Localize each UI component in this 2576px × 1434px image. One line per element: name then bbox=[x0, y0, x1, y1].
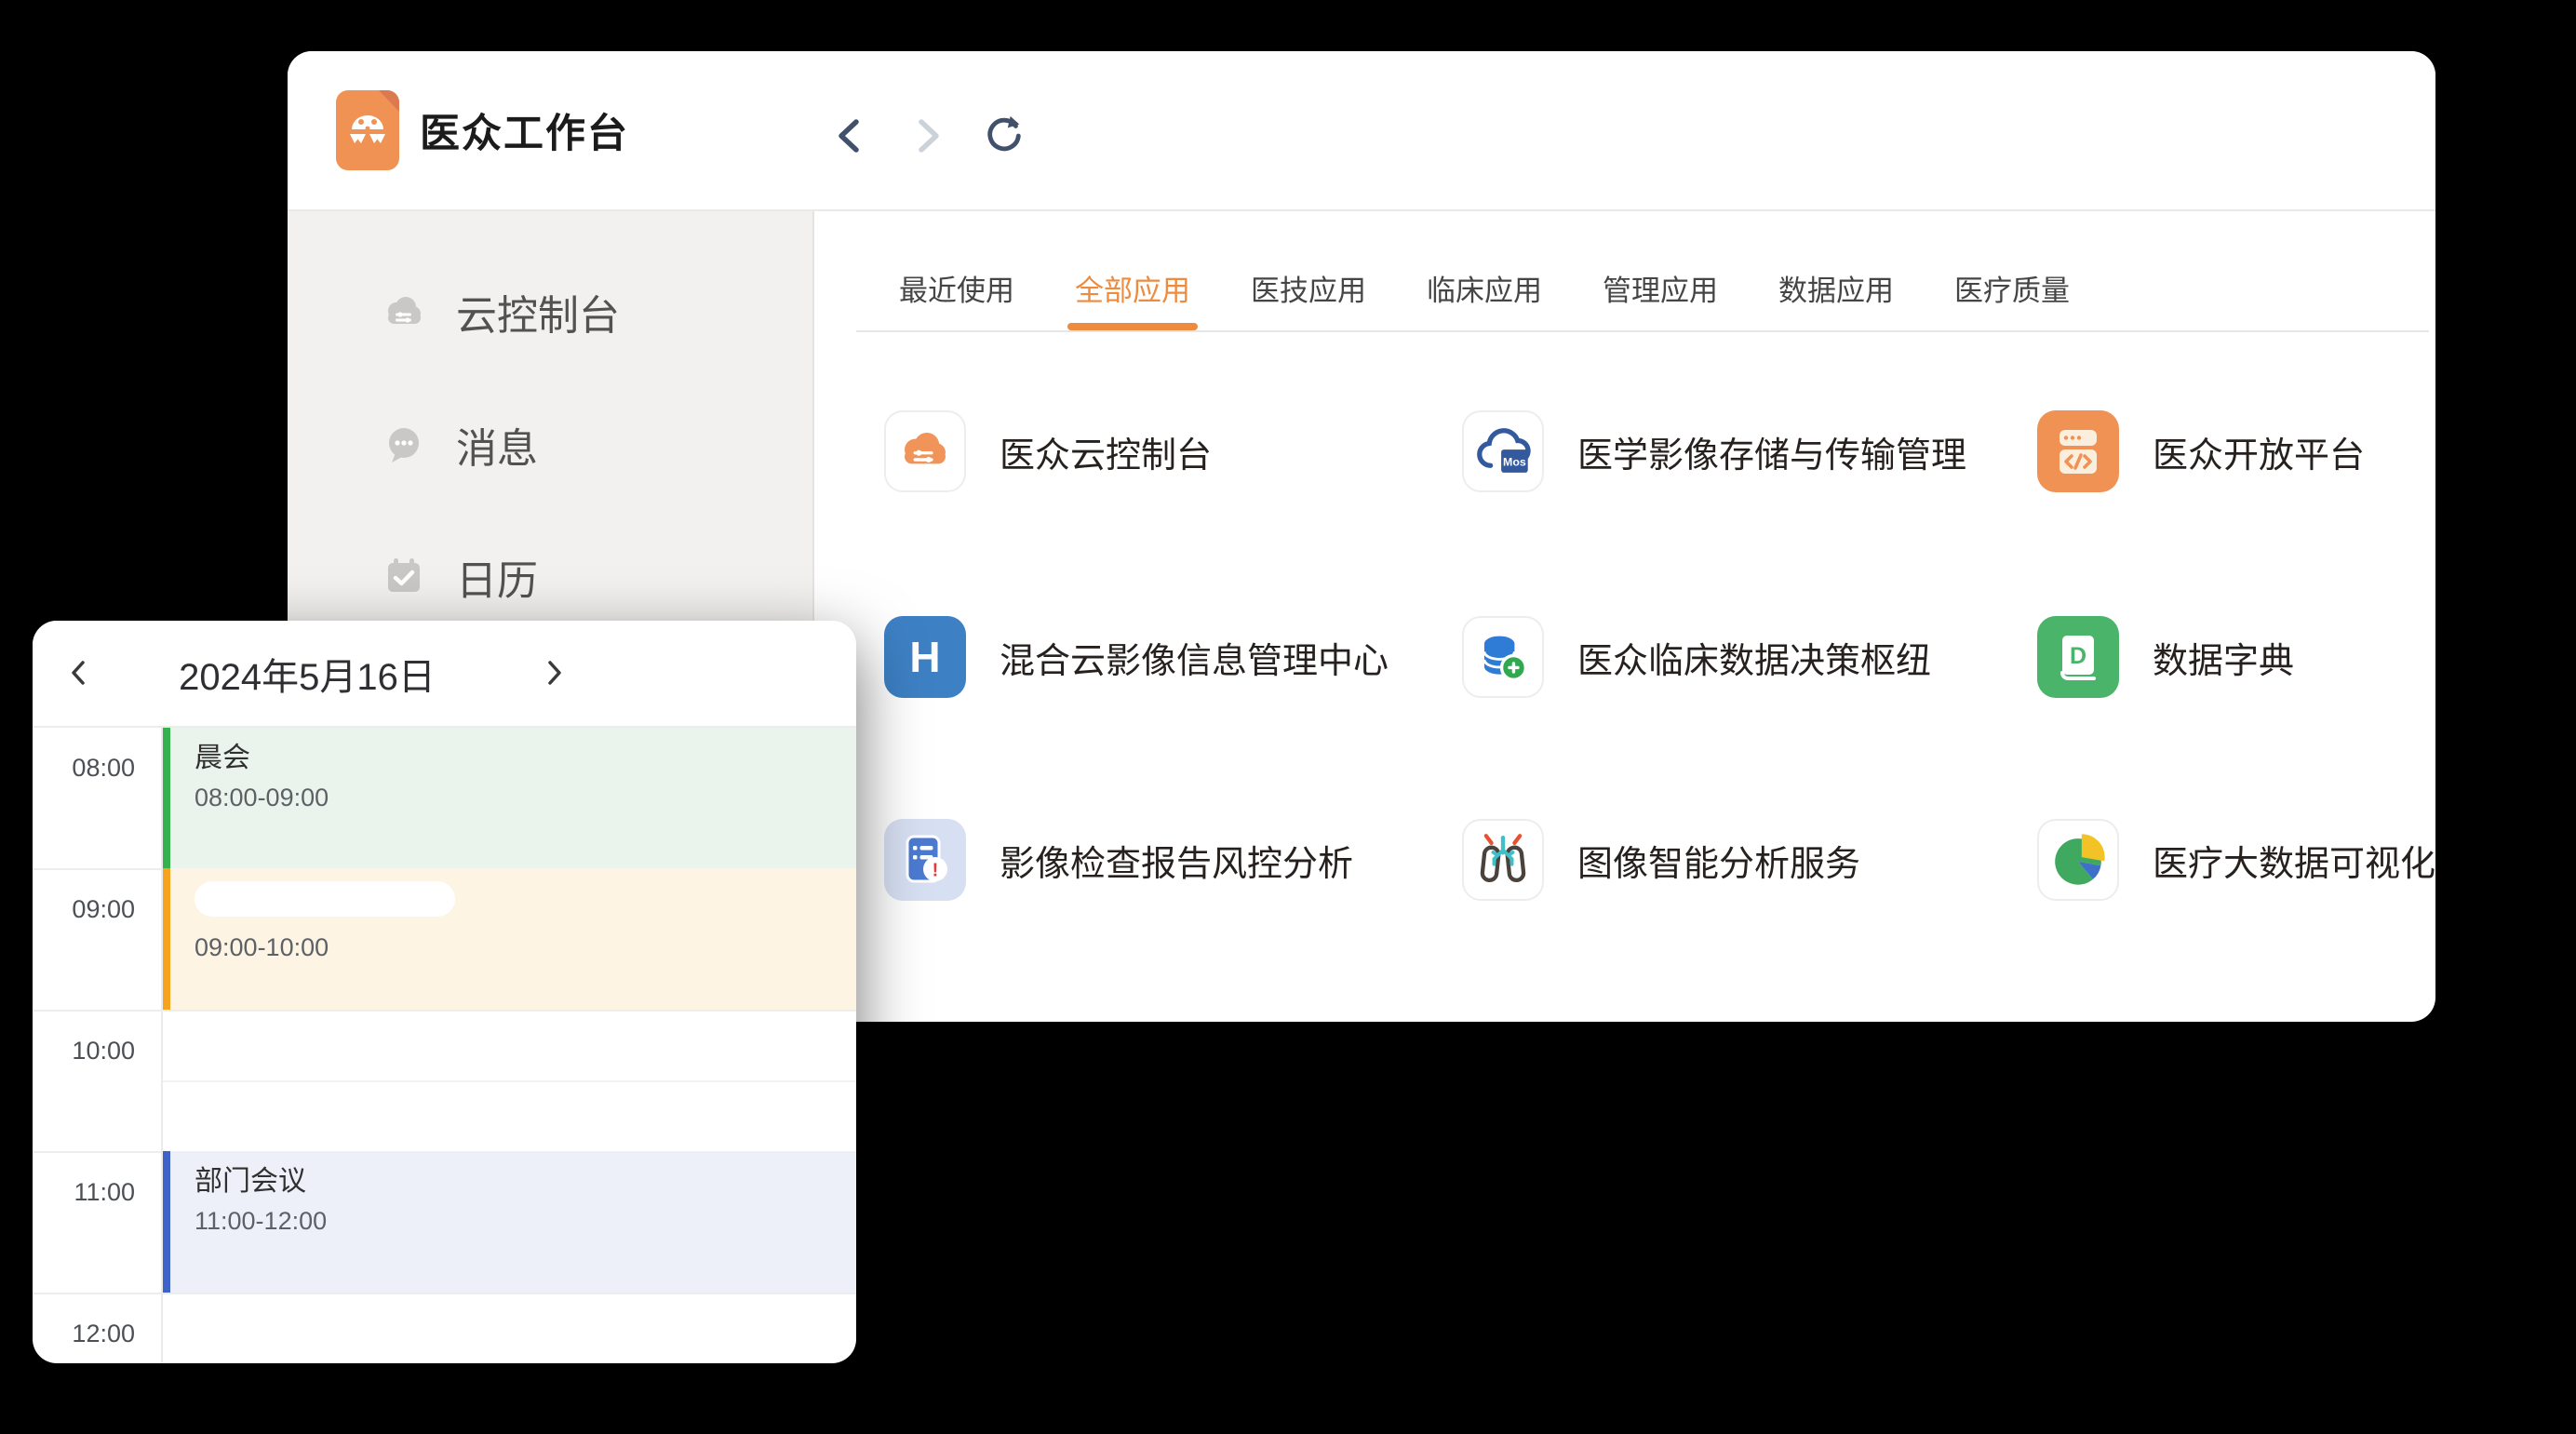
hour-label: 10:00 bbox=[51, 1036, 135, 1065]
half-hour-line bbox=[163, 1080, 856, 1082]
sidebar-item-label: 消息 bbox=[456, 415, 538, 475]
lungs-icon bbox=[1462, 819, 1544, 901]
tabs-divider bbox=[856, 330, 2429, 332]
event-time: 09:00-10:00 bbox=[195, 931, 856, 963]
app-label: 医学影像存储与传输管理 bbox=[1577, 426, 1966, 477]
sidebar-item-calendar[interactable]: 日历 bbox=[378, 536, 538, 618]
svg-text:D: D bbox=[2070, 643, 2086, 669]
event-time: 11:00-12:00 bbox=[195, 1205, 856, 1237]
event-title: 部门会议 bbox=[195, 1164, 856, 1199]
refresh-button[interactable] bbox=[978, 110, 1030, 162]
hour-label: 11:00 bbox=[51, 1177, 135, 1207]
app-item-data-dictionary[interactable]: D 数据字典 bbox=[2037, 616, 2294, 698]
event-title-redacted bbox=[195, 881, 455, 917]
app-title: 医众工作台 bbox=[420, 51, 629, 209]
calendar-event-morning-meeting[interactable]: 晨会 08:00-09:00 bbox=[163, 728, 856, 868]
app-item-imaging-storage[interactable]: Mos 医学影像存储与传输管理 bbox=[1462, 410, 1966, 492]
event-title: 晨会 bbox=[195, 741, 856, 776]
hour-label: 08:00 bbox=[51, 753, 135, 783]
calendar-event-department-meeting[interactable]: 部门会议 11:00-12:00 bbox=[163, 1151, 856, 1293]
cloud-settings-icon bbox=[378, 286, 430, 338]
tab-quality[interactable]: 医疗质量 bbox=[1954, 275, 2070, 330]
forward-arrow-icon bbox=[906, 115, 946, 156]
svg-text:!: ! bbox=[932, 861, 939, 881]
hour-line bbox=[33, 1010, 856, 1012]
app-item-report-risk-analysis[interactable]: ! 影像检查报告风控分析 bbox=[884, 819, 1353, 901]
app-label: 医众开放平台 bbox=[2153, 426, 2365, 477]
tab-bar: 最近使用 全部应用 医技应用 临床应用 管理应用 数据应用 医疗质量 bbox=[899, 275, 2070, 330]
back-button[interactable] bbox=[825, 110, 878, 162]
sidebar-item-messages[interactable]: 消息 bbox=[378, 404, 538, 486]
app-label: 数据字典 bbox=[2153, 632, 2294, 683]
report-alert-icon: ! bbox=[884, 819, 966, 901]
tab-all-apps[interactable]: 全部应用 bbox=[1075, 275, 1190, 330]
letter-h-icon: H bbox=[884, 616, 966, 698]
app-item-hybrid-cloud-center[interactable]: H 混合云影像信息管理中心 bbox=[884, 616, 1389, 698]
sidebar-item-label: 日历 bbox=[456, 547, 538, 607]
hour-label: 09:00 bbox=[51, 894, 135, 924]
forward-button[interactable] bbox=[900, 110, 952, 162]
hour-label: 12:00 bbox=[51, 1319, 135, 1348]
desktop-background: 医众工作台 bbox=[0, 0, 2576, 1434]
app-label: 图像智能分析服务 bbox=[1577, 835, 1860, 886]
app-label: 影像检查报告风控分析 bbox=[1000, 835, 1353, 886]
refresh-icon bbox=[983, 114, 1026, 157]
app-label: 混合云影像信息管理中心 bbox=[1000, 632, 1389, 683]
calendar-header: 2024年5月16日 bbox=[33, 621, 856, 728]
code-window-icon bbox=[2037, 410, 2119, 492]
tab-recent[interactable]: 最近使用 bbox=[899, 275, 1014, 330]
chevron-left-icon bbox=[63, 657, 95, 689]
app-item-open-platform[interactable]: 医众开放平台 bbox=[2037, 410, 2365, 492]
tab-data-apps[interactable]: 数据应用 bbox=[1778, 275, 1894, 330]
back-arrow-icon bbox=[831, 115, 872, 156]
app-item-big-data-visualization[interactable]: 医疗大数据可视化 bbox=[2037, 819, 2435, 901]
svg-text:Mos: Mos bbox=[1503, 455, 1526, 468]
calendar-panel: 2024年5月16日 08:00 09:00 10:00 11:00 12:00… bbox=[33, 621, 856, 1363]
app-label: 医众临床数据决策枢纽 bbox=[1577, 632, 1931, 683]
hour-line bbox=[33, 1293, 856, 1294]
app-item-clinical-data-hub[interactable]: 医众临床数据决策枢纽 bbox=[1462, 616, 1931, 698]
chat-bubble-icon bbox=[378, 419, 430, 471]
calendar-event-untitled[interactable]: 09:00-10:00 bbox=[163, 868, 856, 1010]
database-plus-icon bbox=[1462, 616, 1544, 698]
app-label: 医疗大数据可视化 bbox=[2153, 835, 2435, 886]
sidebar-item-label: 云控制台 bbox=[456, 282, 620, 342]
pie-chart-icon bbox=[2037, 819, 2119, 901]
app-label: 医众云控制台 bbox=[1000, 426, 1212, 477]
orange-cloud-sliders-icon bbox=[884, 410, 966, 492]
calendar-check-icon bbox=[378, 551, 430, 603]
dictionary-book-icon: D bbox=[2037, 616, 2119, 698]
cloud-storage-icon: Mos bbox=[1462, 410, 1544, 492]
tab-medtech-apps[interactable]: 医技应用 bbox=[1251, 275, 1366, 330]
calendar-prev-day-button[interactable] bbox=[59, 652, 100, 693]
tab-admin-apps[interactable]: 管理应用 bbox=[1603, 275, 1718, 330]
app-item-cloud-console[interactable]: 医众云控制台 bbox=[884, 410, 1212, 492]
calendar-next-day-button[interactable] bbox=[533, 652, 574, 693]
calendar-date-label: 2024年5月16日 bbox=[176, 621, 438, 726]
event-time: 08:00-09:00 bbox=[195, 782, 856, 813]
sidebar-item-cloud-console[interactable]: 云控制台 bbox=[378, 271, 620, 353]
tab-clinical-apps[interactable]: 临床应用 bbox=[1427, 275, 1542, 330]
app-item-image-ai-service[interactable]: 图像智能分析服务 bbox=[1462, 819, 1860, 901]
window-header: 医众工作台 bbox=[288, 51, 2435, 211]
chevron-right-icon bbox=[538, 657, 570, 689]
app-logo-icon bbox=[336, 90, 399, 170]
